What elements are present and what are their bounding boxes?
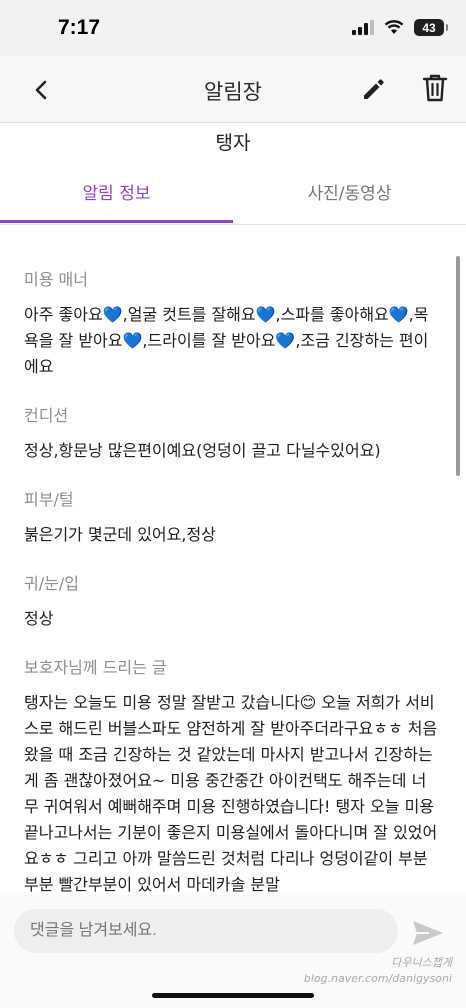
comment-input[interactable]	[14, 909, 398, 953]
pet-name: 탱자	[215, 132, 251, 154]
section-text: 붉은기가 몇군데 있어요,정상	[24, 525, 216, 544]
section-label: 귀/눈/입	[24, 574, 79, 593]
watermark-line-1: 다우니스챕게	[391, 956, 452, 969]
watermark-line-2: blog.naver.com/danigysoni	[303, 972, 452, 985]
tab-bar: 알림 정보 사진/동영상	[0, 168, 466, 225]
signal-icon	[352, 20, 374, 35]
edit-button[interactable]	[360, 75, 388, 103]
home-indicator	[152, 993, 314, 998]
scrollbar[interactable]	[456, 256, 460, 476]
battery-indicator: 43	[414, 19, 448, 36]
status-icons: 43	[352, 19, 448, 36]
section-text: 탱자는 오늘도 미용 정말 잘받고 갔습니다😊 오늘 저희가 서비스로 해드린 …	[24, 693, 438, 894]
section-label: 미용 매너	[24, 270, 88, 289]
section-condition: 컨디션 정상,항문낭 많은편이예요(엉덩이 끌고 다닐수있어요)	[24, 402, 440, 464]
section-grooming-manner: 미용 매너 아주 좋아요💙,얼굴 컷트를 잘해요💙,스파를 좋아해요💙,목욕을 …	[24, 266, 440, 380]
send-icon[interactable]	[411, 918, 445, 948]
app-header: 알림장	[0, 56, 466, 123]
section-label: 컨디션	[24, 406, 69, 425]
section-text: 정상,항문낭 많은편이예요(엉덩이 끌고 다닐수있어요)	[24, 441, 381, 460]
section-label: 보호자님께 드리는 글	[24, 658, 167, 677]
section-label: 피부/털	[24, 490, 74, 509]
section-message-to-guardian: 보호자님께 드리는 글 탱자는 오늘도 미용 정말 잘받고 갔습니다😊 오늘 저…	[24, 654, 440, 898]
section-text: 정상	[24, 609, 54, 628]
tab-notice-info[interactable]: 알림 정보	[0, 168, 233, 223]
status-bar: 7:17 43	[0, 0, 466, 56]
status-time: 7:17	[58, 16, 101, 39]
watermark: 다우니스챕게 blog.naver.com/danigysoni	[304, 955, 452, 987]
page-title: 알림장	[204, 80, 262, 104]
section-skin-coat: 피부/털 붉은기가 몇군데 있어요,정상	[24, 486, 440, 548]
comment-bar: 다우니스챕게 blog.naver.com/danigysoni	[0, 895, 466, 1008]
section-text: 아주 좋아요💙,얼굴 컷트를 잘해요💙,스파를 좋아해요💙,목욕을 잘 받아요💙…	[24, 305, 429, 376]
wifi-icon	[384, 20, 404, 34]
section-ear-eye-mouth: 귀/눈/입 정상	[24, 570, 440, 632]
delete-button[interactable]	[421, 72, 449, 104]
tab-photo-video[interactable]: 사진/동영상	[233, 168, 466, 220]
